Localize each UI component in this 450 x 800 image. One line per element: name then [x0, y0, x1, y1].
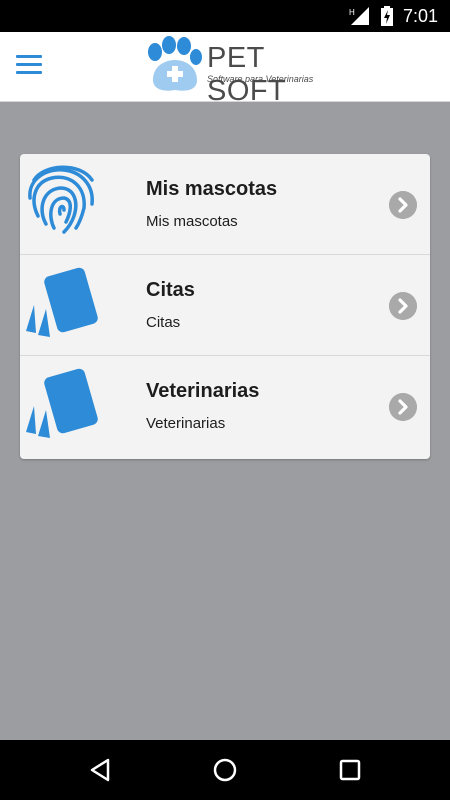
- chevron-right-icon[interactable]: [389, 393, 417, 421]
- status-time: 7:01: [402, 5, 438, 26]
- home-icon[interactable]: [209, 754, 241, 786]
- hamburger-line: [16, 70, 42, 74]
- hamburger-line: [16, 62, 42, 66]
- list-item-mis-mascotas[interactable]: Mis mascotas Mis mascotas: [20, 154, 430, 255]
- list-item-title: Veterinarias: [146, 380, 260, 402]
- app-bar: PET SOFT Software para Veterinarias: [0, 32, 450, 107]
- list-item-subtitle: Veterinarias: [146, 415, 226, 432]
- list-item-title: Mis mascotas: [146, 178, 278, 200]
- logo-subtitle: Software para Veterinarias: [207, 74, 314, 84]
- cards-icon: [26, 368, 98, 438]
- list-item-subtitle: Mis mascotas: [146, 213, 238, 230]
- list-item-subtitle: Citas: [146, 314, 181, 331]
- recents-icon[interactable]: [334, 754, 366, 786]
- menu-button[interactable]: [12, 47, 46, 81]
- back-icon[interactable]: [84, 754, 116, 786]
- status-bar: H 7:01: [0, 0, 450, 32]
- chevron-right-icon[interactable]: [389, 191, 417, 219]
- list-item-citas[interactable]: Citas Citas: [20, 255, 430, 356]
- status-icons: H 7:01: [349, 0, 438, 32]
- svg-text:H: H: [349, 8, 355, 17]
- cards-icon: [26, 267, 98, 337]
- fingerprint-icon: [28, 165, 94, 234]
- chevron-right-icon[interactable]: [389, 292, 417, 320]
- list-item-veterinarias[interactable]: Veterinarias Veterinarias: [20, 356, 430, 457]
- signal-icon: H: [349, 7, 369, 25]
- paw-cross-icon: [148, 36, 202, 91]
- battery-charging-icon: [380, 6, 393, 26]
- hamburger-menu-icon: [16, 54, 42, 58]
- menu-card: Mis mascotas Mis mascotas Citas Citas Ve…: [20, 154, 430, 459]
- list-item-title: Citas: [146, 279, 195, 301]
- app-logo: PET SOFT Software para Veterinarias: [143, 36, 314, 107]
- navigation-bar: [0, 740, 450, 800]
